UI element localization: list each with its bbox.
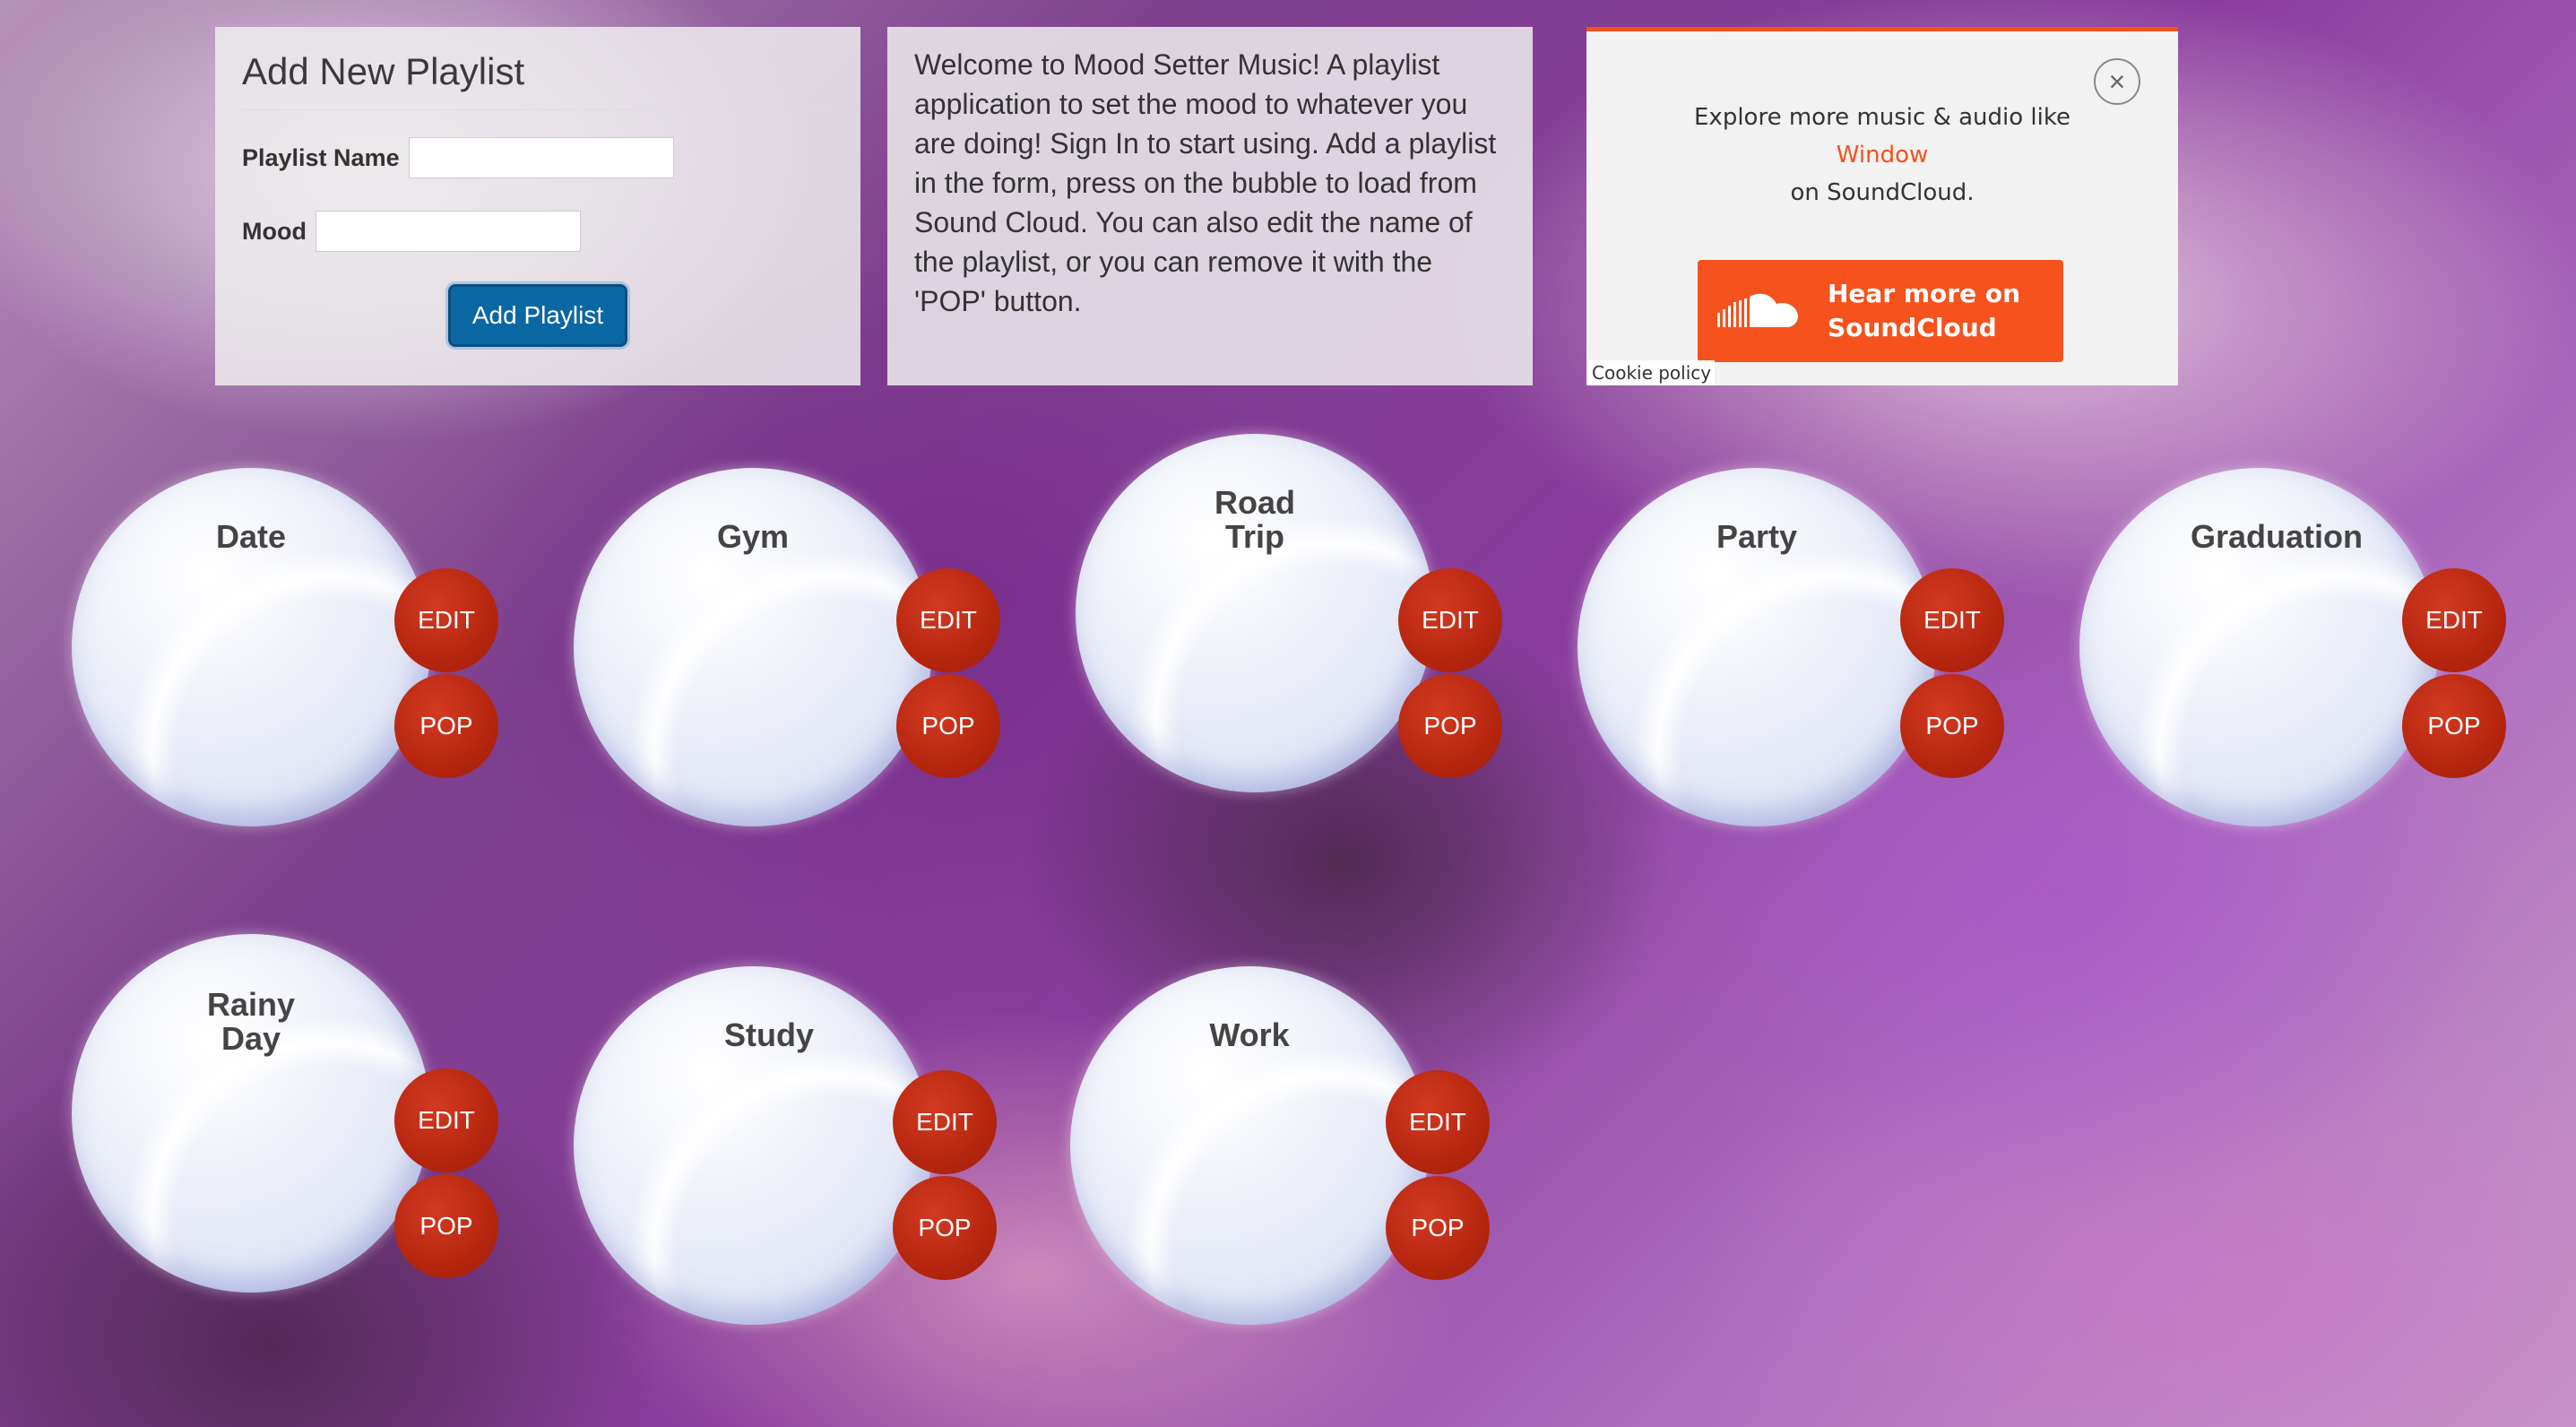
playlist-name-input[interactable] <box>408 137 674 178</box>
add-playlist-button[interactable]: Add Playlist <box>448 284 627 347</box>
edit-button[interactable]: EDIT <box>2402 568 2506 672</box>
hear-more-button[interactable]: Hear more on SoundCloud <box>1698 260 2063 362</box>
pop-button[interactable]: POP <box>896 674 1000 778</box>
playlist-name-row: Playlist Name <box>242 137 834 178</box>
pop-button[interactable]: POP <box>2402 674 2506 778</box>
add-playlist-form: Add New Playlist Playlist Name Mood Add … <box>215 27 860 385</box>
mood-input[interactable] <box>315 211 581 252</box>
edit-button[interactable]: EDIT <box>893 1070 997 1174</box>
mood-row: Mood <box>242 211 834 252</box>
playlist-bubble-date[interactable]: Date EDIT POP <box>72 468 498 826</box>
bubble-label: Gym <box>716 518 790 555</box>
hear-more-label: Hear more on SoundCloud <box>1828 277 2020 345</box>
form-divider <box>242 109 834 110</box>
cookie-policy-link[interactable]: Cookie policy <box>1588 360 1716 385</box>
bubble-label: Rainy Day <box>206 986 296 1057</box>
edit-button[interactable]: EDIT <box>1398 568 1502 672</box>
playlist-bubble-study[interactable]: Study EDIT POP <box>574 966 997 1325</box>
pop-button[interactable]: POP <box>1386 1176 1490 1280</box>
edit-button[interactable]: EDIT <box>1386 1070 1490 1174</box>
soundcloud-message-line1: Explore more music & audio like <box>1694 104 2070 131</box>
pop-button[interactable]: POP <box>1900 674 2004 778</box>
edit-button[interactable]: EDIT <box>1900 568 2004 672</box>
playlist-bubble-graduation[interactable]: Graduation EDIT POP <box>2079 468 2506 826</box>
soundcloud-message-line3: on SoundCloud. <box>1790 179 1975 206</box>
playlist-bubble-party[interactable]: Party EDIT POP <box>1578 468 2004 826</box>
bubble-label: Road Trip <box>1215 484 1295 555</box>
pop-button[interactable]: POP <box>394 674 498 778</box>
soundcloud-message: Explore more music & audio like Window o… <box>1586 99 2178 212</box>
soundcloud-track-link[interactable]: Window <box>1586 136 2178 174</box>
pop-button[interactable]: POP <box>394 1174 498 1278</box>
bubble-label: Graduation <box>2190 518 2363 555</box>
hear-more-label-line2: SoundCloud <box>1828 313 1997 342</box>
form-title: Add New Playlist <box>242 50 525 92</box>
playlist-bubble-road-trip[interactable]: Road Trip EDIT POP <box>1076 434 1502 792</box>
playlist-bubble-work[interactable]: Work EDIT POP <box>1070 966 1490 1325</box>
playlist-bubble-gym[interactable]: Gym EDIT POP <box>574 468 1000 826</box>
pop-button[interactable]: POP <box>1398 674 1502 778</box>
hear-more-label-line1: Hear more on <box>1828 279 2021 308</box>
edit-button[interactable]: EDIT <box>394 568 498 672</box>
bubble-label: Study <box>723 1016 814 1053</box>
mood-label: Mood <box>242 217 307 245</box>
edit-button[interactable]: EDIT <box>394 1068 498 1172</box>
playlist-name-label: Playlist Name <box>242 143 400 171</box>
bubble-label: Date <box>215 518 287 555</box>
edit-button[interactable]: EDIT <box>896 568 1000 672</box>
bubble-label: Party <box>1716 518 1798 555</box>
playlist-bubble-rainy-day[interactable]: Rainy Day EDIT POP <box>72 934 498 1293</box>
welcome-panel: Welcome to Mood Setter Music! A playlist… <box>887 27 1533 385</box>
welcome-text: Welcome to Mood Setter Music! A playlist… <box>914 48 1497 317</box>
bubble-label: Work <box>1209 1016 1290 1053</box>
soundcloud-logo-icon <box>1717 293 1798 327</box>
soundcloud-widget: × Explore more music & audio like Window… <box>1586 27 2178 385</box>
pop-button[interactable]: POP <box>893 1176 997 1280</box>
